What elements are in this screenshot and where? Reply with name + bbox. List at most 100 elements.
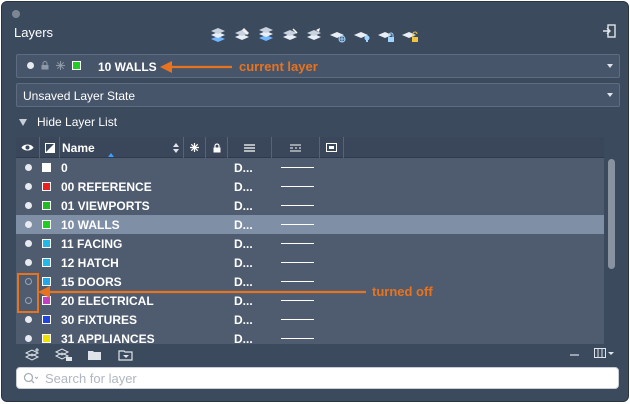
layer-lineweight[interactable]: [281, 319, 314, 320]
bulb-icon[interactable]: [25, 221, 32, 228]
layer-linetype[interactable]: D...: [234, 180, 253, 194]
layers-panel: Layers 10 WALLS Unsaved Layer State Hide…: [1, 1, 629, 402]
layer-list-scrollbar[interactable]: [608, 159, 615, 269]
new-layer-frozen-icon[interactable]: [55, 348, 73, 362]
bulb-icon[interactable]: [25, 240, 32, 247]
column-transparency[interactable]: [320, 137, 344, 158]
layer-off-icon[interactable]: [352, 26, 372, 44]
layer-lineweight[interactable]: [281, 300, 314, 301]
transparency-icon: [326, 143, 337, 152]
bulb-icon[interactable]: [25, 202, 32, 209]
column-name[interactable]: Name: [60, 137, 184, 158]
hide-layer-list-toggle[interactable]: Hide Layer List: [19, 115, 117, 129]
linetype-icon: [244, 143, 255, 152]
search-box: [16, 367, 619, 389]
bulb-icon[interactable]: [25, 316, 32, 323]
layer-lineweight[interactable]: [281, 186, 314, 187]
layer-color-swatch[interactable]: [42, 220, 51, 229]
layer-lineweight[interactable]: [281, 224, 314, 225]
bulb-icon: [27, 62, 34, 69]
layer-lock-icon[interactable]: [376, 26, 396, 44]
current-layer-color-swatch: [72, 61, 81, 70]
layer-color-swatch[interactable]: [42, 315, 51, 324]
bulb-icon[interactable]: [25, 164, 32, 171]
layer-name: 0: [61, 161, 68, 175]
layer-name: 00 REFERENCE: [61, 180, 152, 194]
layer-lineweight[interactable]: [281, 243, 314, 244]
folder-icon[interactable]: [86, 348, 104, 362]
layer-row[interactable]: 0 D...: [16, 158, 604, 177]
layer-linetype[interactable]: D...: [234, 332, 253, 344]
turned-off-highlight-box: [17, 273, 39, 313]
layer-color-swatch[interactable]: [42, 258, 51, 267]
lineweight-icon: [290, 144, 301, 151]
layer-color-swatch[interactable]: [42, 239, 51, 248]
column-name-label: Name: [62, 140, 95, 155]
current-layer-annotation: current layer: [239, 59, 318, 74]
triangle-down-icon: [19, 118, 27, 126]
layer-row[interactable]: 01 VIEWPORTS D...: [16, 196, 604, 215]
freeze-icon: [56, 61, 65, 70]
layer-previous-icon[interactable]: [280, 26, 300, 44]
layer-linetype[interactable]: D...: [234, 256, 253, 270]
layer-linetype[interactable]: D...: [234, 237, 253, 251]
layer-color-swatch[interactable]: [42, 182, 51, 191]
layer-color-swatch[interactable]: [42, 334, 51, 343]
column-linetype[interactable]: [228, 137, 272, 158]
layer-name: 30 FIXTURES: [61, 313, 138, 327]
current-layer-arrow-icon: [160, 61, 232, 73]
bulb-icon[interactable]: [25, 335, 32, 342]
folder-filter-icon[interactable]: [117, 348, 135, 362]
layer-state-dropdown[interactable]: Unsaved Layer State: [16, 83, 620, 107]
window-close-dot[interactable]: [12, 10, 20, 18]
search-input[interactable]: [43, 370, 603, 386]
turned-off-annotation: turned off: [372, 284, 433, 299]
layer-lineweight[interactable]: [281, 205, 314, 206]
turned-off-arrow-icon: [38, 286, 366, 298]
column-lock[interactable]: [206, 137, 228, 158]
layer-freeze-icon[interactable]: [328, 26, 348, 44]
updown-arrows-icon: [173, 143, 179, 153]
layer-name: 31 APPLIANCES: [61, 332, 155, 344]
layer-lineweight[interactable]: [281, 262, 314, 263]
layer-properties-icon[interactable]: [208, 26, 228, 44]
layer-lineweight[interactable]: [281, 281, 314, 282]
layer-linetype[interactable]: D...: [234, 161, 253, 175]
new-layer-icon[interactable]: [24, 348, 42, 362]
column-on-off[interactable]: [16, 137, 40, 158]
column-lineweight[interactable]: [272, 137, 320, 158]
layer-linetype[interactable]: D...: [234, 313, 253, 327]
exit-icon[interactable]: [602, 24, 616, 38]
layer-list: Name 0 D... 00 REFERENCE D... 01 VIEWPORTS D.…: [16, 137, 604, 344]
bottom-toolbar: [24, 348, 135, 362]
bulb-icon[interactable]: [25, 259, 32, 266]
layer-isolate-icon[interactable]: [304, 26, 324, 44]
layer-linetype[interactable]: D...: [234, 199, 253, 213]
layer-unlock-icon[interactable]: [400, 26, 420, 44]
set-current-layer-icon[interactable]: [232, 26, 252, 44]
layer-color-swatch[interactable]: [42, 163, 51, 172]
minus-icon[interactable]: [570, 354, 579, 356]
search-icon: [23, 372, 39, 384]
lock-icon: [213, 142, 220, 152]
layer-lineweight[interactable]: [281, 338, 314, 339]
layer-row[interactable]: 12 HATCH D...: [16, 253, 604, 272]
layer-row[interactable]: 30 FIXTURES D...: [16, 310, 604, 329]
layer-row[interactable]: 10 WALLS D...: [16, 215, 604, 234]
layer-toolbar: [208, 26, 420, 44]
layer-row[interactable]: 11 FACING D...: [16, 234, 604, 253]
layer-row[interactable]: 00 REFERENCE D...: [16, 177, 604, 196]
layer-match-icon[interactable]: [256, 26, 276, 44]
current-layer-dropdown[interactable]: 10 WALLS: [16, 54, 620, 78]
layer-rows: 0 D... 00 REFERENCE D... 01 VIEWPORTS D... 10 …: [16, 158, 604, 344]
column-settings-icon[interactable]: [594, 348, 614, 358]
column-color[interactable]: [40, 137, 60, 158]
bulb-icon[interactable]: [25, 183, 32, 190]
lock-icon: [41, 61, 49, 70]
layer-linetype[interactable]: D...: [234, 218, 253, 232]
column-freeze[interactable]: [184, 137, 206, 158]
layer-lineweight[interactable]: [281, 167, 314, 168]
layer-color-swatch[interactable]: [42, 201, 51, 210]
freeze-icon: [190, 143, 199, 152]
layer-row[interactable]: 31 APPLIANCES D...: [16, 329, 604, 344]
